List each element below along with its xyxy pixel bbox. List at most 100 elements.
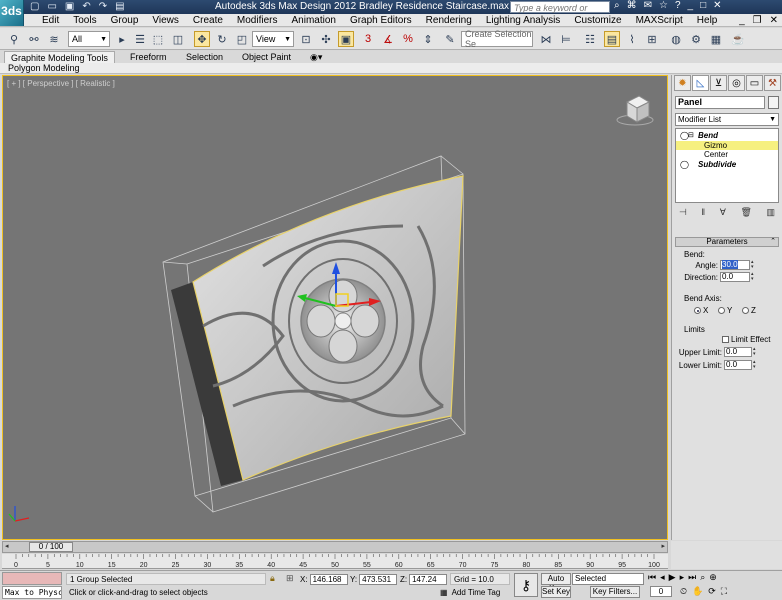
angle-spinner-icon[interactable]: ▴ ▾ <box>751 260 756 270</box>
render-production-icon[interactable]: ☕ <box>730 31 746 47</box>
project-folder-icon[interactable]: ▤ <box>115 1 124 12</box>
select-by-name-icon[interactable]: ☰ <box>132 31 148 47</box>
stack-item-bend[interactable]: ◯ ⊟ Bend <box>676 131 778 140</box>
absolute-mode-icon[interactable]: ⊞ <box>286 573 294 584</box>
doc-minimize-icon[interactable]: _ <box>739 14 745 27</box>
maximize-icon[interactable]: □ <box>700 0 706 11</box>
menu-help[interactable]: Help <box>690 14 725 27</box>
time-config-icon[interactable]: ⏲ <box>680 586 687 597</box>
parameters-rollout-header[interactable]: Parameters ⌃ <box>675 237 779 247</box>
x-coord-field[interactable]: 146.168 <box>309 573 348 585</box>
menu-views[interactable]: Views <box>145 14 186 27</box>
lightbulb-icon[interactable]: ◯ <box>680 160 689 169</box>
next-frame-icon[interactable]: ▸ <box>680 572 685 583</box>
doc-close-icon[interactable]: ✕ <box>770 14 778 27</box>
selection-lock-icon[interactable]: 🔒︎ <box>270 573 275 584</box>
angle-field[interactable]: 30.0 <box>720 260 750 270</box>
named-selection-sets[interactable]: Create Selection Se <box>461 29 533 49</box>
binoculars-icon[interactable]: ⌕ <box>614 0 620 11</box>
direction-field[interactable]: 0.0 <box>720 272 750 282</box>
help-icon[interactable]: ? <box>675 0 681 11</box>
minimize-icon[interactable]: _ <box>688 0 694 11</box>
track-bar[interactable]: 0 5 10 15 20 25 30 35 40 45 50 55 60 65 70 75 80 85 90 95 10… <box>2 554 668 569</box>
tab-object-paint[interactable]: Object Paint <box>236 51 297 63</box>
new-file-icon[interactable]: ▢ <box>30 1 39 12</box>
unlink-icon[interactable]: ⚯ <box>26 31 42 47</box>
menu-maxscript[interactable]: MAXScript <box>629 14 690 27</box>
menu-rendering[interactable]: Rendering <box>419 14 479 27</box>
time-slider-prev-icon[interactable]: ◂ <box>5 542 9 552</box>
object-name-field[interactable]: Panel <box>675 96 765 109</box>
menu-tools[interactable]: Tools <box>66 14 103 27</box>
schematic-view-icon[interactable]: ⊞ <box>644 31 660 47</box>
render-setup-icon[interactable]: ⚙ <box>688 31 704 47</box>
maxscript-listener-output[interactable] <box>2 572 62 585</box>
curve-editor-icon[interactable]: ⌇ <box>624 31 640 47</box>
undo-icon[interactable]: ↶ <box>82 1 90 12</box>
doc-restore-icon[interactable]: ❐ <box>753 14 762 27</box>
remove-modifier-icon[interactable]: 🗑︎ <box>740 207 751 219</box>
search-input[interactable]: Type a keyword or phrase <box>510 1 610 25</box>
mirror-icon[interactable]: ⋈ <box>538 31 554 47</box>
maximize-viewport-icon[interactable]: ⛶ <box>721 586 727 597</box>
y-coord-field[interactable]: 473.531 <box>359 573 398 585</box>
subscription-icon[interactable]: ⌘ <box>627 0 637 11</box>
redo-icon[interactable]: ↷ <box>99 1 107 12</box>
make-unique-icon[interactable]: ∀ <box>720 207 726 219</box>
go-to-start-icon[interactable]: ⏮ <box>648 572 656 583</box>
utilities-tab-icon[interactable]: ⚒ <box>764 75 781 91</box>
direction-spinner-icon[interactable]: ▴ ▾ <box>751 272 756 282</box>
menu-group[interactable]: Group <box>104 14 146 27</box>
stack-item-subdivide[interactable]: ◯ Subdivide <box>676 160 778 169</box>
display-tab-icon[interactable]: ▭ <box>746 75 763 91</box>
z-coord-field[interactable]: 147.24 <box>409 573 448 585</box>
link-icon[interactable]: ⚲ <box>6 31 22 47</box>
selection-filter-dropdown[interactable]: All ▼ <box>68 31 110 47</box>
add-time-tag[interactable]: ▦ Add Time Tag <box>440 587 500 599</box>
zoom-icon[interactable]: ⌕ <box>700 572 705 583</box>
reference-coord-dropdown[interactable]: View ▼ <box>252 31 294 47</box>
favorites-icon[interactable]: ☆ <box>659 0 668 11</box>
graphite-ribbon-icon[interactable]: ▤ <box>604 31 620 47</box>
tab-selection[interactable]: Selection <box>180 51 229 63</box>
panel-polygon-modeling[interactable]: Polygon Modeling <box>8 63 80 74</box>
motion-tab-icon[interactable]: ◎ <box>728 75 745 91</box>
key-selection-dropdown[interactable]: Selected <box>572 573 644 585</box>
perspective-viewport[interactable]: [ + ] [ Perspective ] [ Realistic ] <box>2 75 668 540</box>
close-icon[interactable]: ✕ <box>713 0 721 11</box>
menu-animation[interactable]: Animation <box>284 14 342 27</box>
axis-y-radio[interactable]: Y <box>718 306 732 315</box>
rendered-frame-window-icon[interactable]: ▦ <box>708 31 724 47</box>
zoom-all-icon[interactable]: ⊕ <box>709 572 717 583</box>
ribbon-options-icon[interactable]: ◉▾ <box>304 51 328 63</box>
create-tab-icon[interactable]: ✹ <box>674 75 691 91</box>
previous-frame-icon[interactable]: ◂ <box>660 572 665 583</box>
key-filters-button[interactable]: Key Filters... <box>590 586 640 598</box>
pin-stack-icon[interactable]: ⊣ <box>679 207 687 219</box>
select-object-icon[interactable]: ▸ <box>114 31 130 47</box>
time-slider-next-icon[interactable]: ▸ <box>661 542 665 552</box>
angle-snap-icon[interactable]: ∡ <box>380 31 396 47</box>
menu-graph-editors[interactable]: Graph Editors <box>343 14 419 27</box>
axis-x-radio[interactable]: X <box>694 306 708 315</box>
select-manipulate-icon[interactable]: ✣ <box>318 31 334 47</box>
limit-effect-checkbox[interactable]: Limit Effect <box>722 335 770 344</box>
menu-create[interactable]: Create <box>186 14 230 27</box>
tab-graphite-modeling-tools[interactable]: Graphite Modeling Tools <box>4 51 115 63</box>
window-crossing-icon[interactable]: ◫ <box>170 31 186 47</box>
time-slider-knob[interactable]: 0 / 100 <box>29 542 73 552</box>
snaps-toggle-icon[interactable]: 3 <box>360 31 376 47</box>
configure-sets-icon[interactable]: ▥ <box>766 207 775 219</box>
menu-modifiers[interactable]: Modifiers <box>230 14 285 27</box>
upper-limit-spinner-icon[interactable]: ▴ ▾ <box>753 347 758 357</box>
current-frame-field[interactable]: 0 <box>650 586 672 597</box>
align-icon[interactable]: ⊨ <box>558 31 574 47</box>
collapse-icon[interactable]: ⊟ <box>688 131 694 140</box>
stack-item-center[interactable]: Center <box>676 150 778 159</box>
stack-item-gizmo[interactable]: Gizmo <box>676 141 778 150</box>
communication-icon[interactable]: ✉ <box>644 0 652 11</box>
menu-edit[interactable]: Edit <box>35 14 66 27</box>
spinner-snap-icon[interactable]: ⇕ <box>420 31 436 47</box>
maxscript-mini-listener[interactable]: Max to Physc <box>2 586 62 599</box>
keyboard-shortcut-override-icon[interactable]: ▣ <box>338 31 354 47</box>
